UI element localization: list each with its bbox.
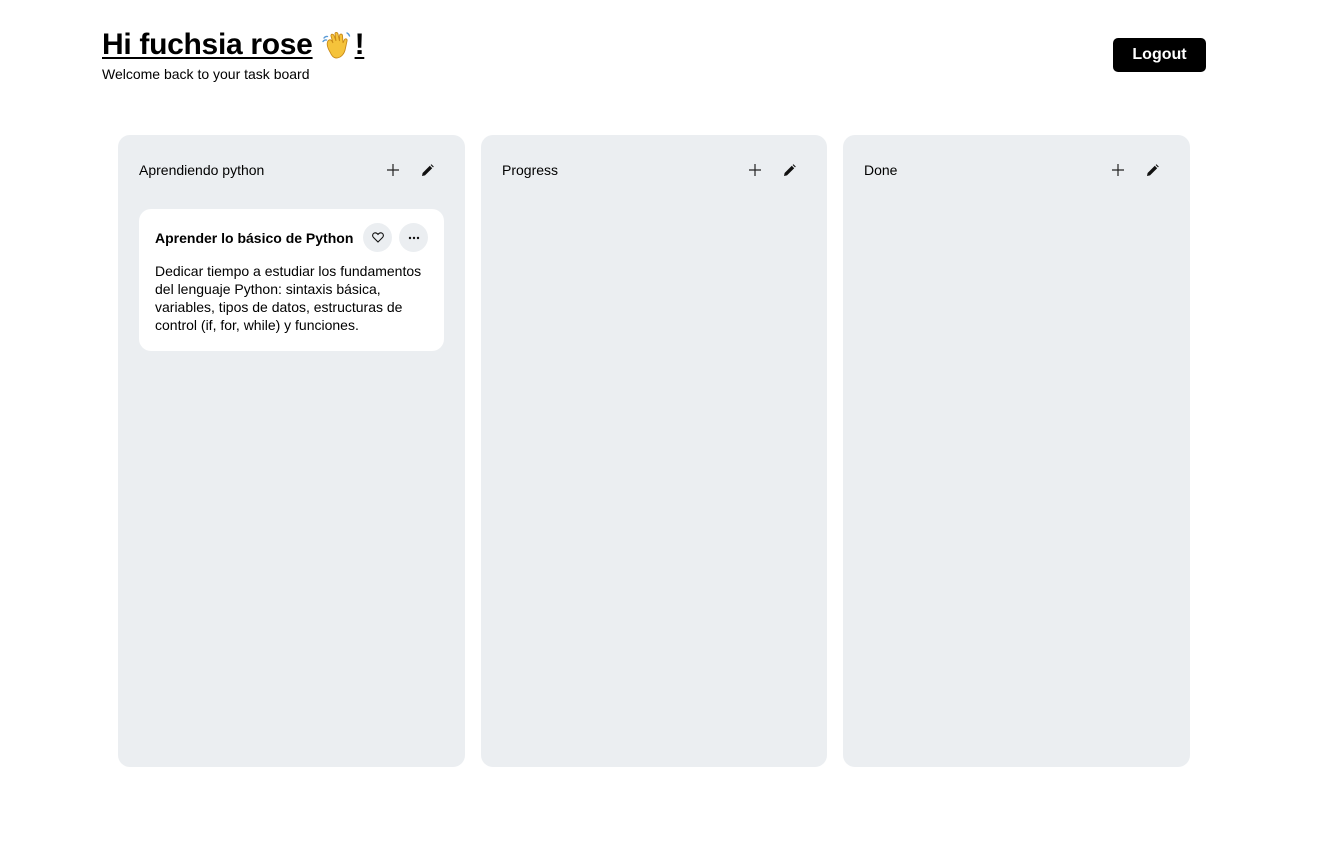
- pencil-icon: [1146, 163, 1159, 176]
- column-title: Progress: [502, 162, 559, 178]
- column-header: Aprendiendo python: [139, 135, 444, 205]
- column-actions: [742, 157, 802, 183]
- plus-icon: [749, 164, 761, 176]
- logout-button[interactable]: Logout: [1113, 38, 1206, 72]
- plus-icon: [387, 164, 399, 176]
- heart-icon: [371, 232, 384, 243]
- column-actions: [1105, 157, 1165, 183]
- plus-icon: [1112, 164, 1124, 176]
- column-done: Done: [843, 135, 1190, 767]
- column-header: Progress: [502, 135, 806, 205]
- column-aprendiendo-python: Aprendiendo python Aprender lo básico de…: [118, 135, 465, 767]
- task-board: Aprendiendo python Aprender lo básico de…: [118, 135, 1190, 767]
- greeting-title[interactable]: Hi fuchsia rose !: [102, 26, 365, 64]
- card-header: Aprender lo básico de Python: [155, 223, 428, 252]
- greeting-text: Hi fuchsia rose: [102, 28, 313, 61]
- card-actions: [363, 223, 428, 252]
- more-options-button[interactable]: [399, 223, 428, 252]
- ellipsis-icon: [408, 236, 419, 239]
- greeting-exclamation: !: [354, 28, 365, 61]
- pencil-icon: [421, 163, 434, 176]
- edit-column-button[interactable]: [1139, 157, 1165, 183]
- column-title: Done: [864, 162, 898, 178]
- add-card-button[interactable]: [1105, 157, 1131, 183]
- favorite-button[interactable]: [363, 223, 392, 252]
- column-title: Aprendiendo python: [139, 162, 265, 178]
- add-card-button[interactable]: [380, 157, 406, 183]
- column-header: Done: [864, 135, 1169, 205]
- card-title: Aprender lo básico de Python: [155, 229, 354, 246]
- add-card-button[interactable]: [742, 157, 768, 183]
- pencil-icon: [783, 163, 796, 176]
- task-card[interactable]: Aprender lo básico de Python Dedicar tie…: [139, 209, 444, 351]
- waving-hand-icon: [321, 31, 350, 59]
- column-actions: [380, 157, 440, 183]
- edit-column-button[interactable]: [776, 157, 802, 183]
- card-description: Dedicar tiempo a estudiar los fundamento…: [155, 263, 422, 333]
- edit-column-button[interactable]: [414, 157, 440, 183]
- page-header: Hi fuchsia rose ! Welcome back to your t…: [102, 26, 365, 82]
- column-progress: Progress: [481, 135, 827, 767]
- welcome-subtitle: Welcome back to your task board: [102, 66, 310, 82]
